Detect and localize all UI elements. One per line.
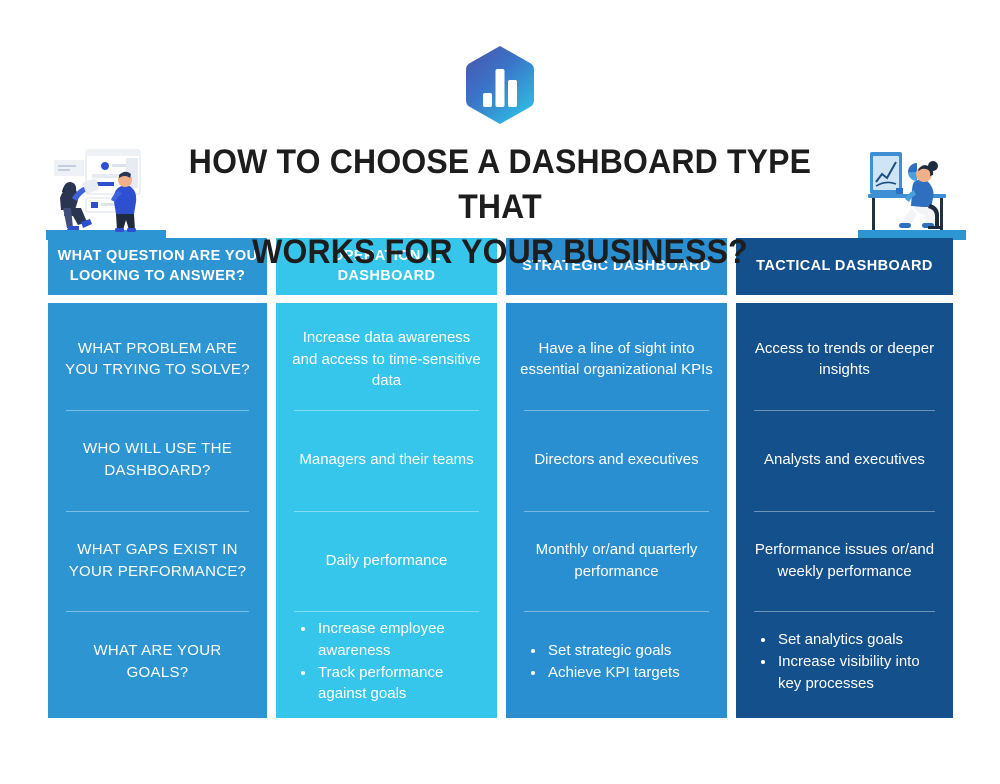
table-cell: Managers and their teams bbox=[276, 409, 497, 511]
page-title: HOW TO CHOOSE A DASHBOARD TYPE THAT WORK… bbox=[171, 140, 829, 275]
table-cell: Performance issues or/and weekly perform… bbox=[736, 510, 953, 612]
table-cell: Increase data awareness and access to ti… bbox=[292, 328, 481, 390]
table-cell: WHAT PROBLEM ARE YOU TRYING TO SOLVE? bbox=[65, 339, 250, 379]
bar-small bbox=[483, 93, 492, 107]
table-cell: WHAT GAPS EXIST IN YOUR PERFORMANCE? bbox=[48, 510, 267, 612]
two-people-with-dashboard-board-illustration bbox=[46, 149, 166, 240]
dashboard-comparison-table: WHAT QUESTION ARE YOU LOOKING TO ANSWER?… bbox=[48, 238, 954, 718]
strategic-dashboard-column: STRATEGIC DASHBOARD Have a line of sight… bbox=[505, 238, 727, 718]
bar-tall bbox=[495, 69, 505, 107]
tactical-dashboard-column: TACTICAL DASHBOARD Access to trends or d… bbox=[735, 238, 954, 718]
table-cell: WHAT ARE YOUR GOALS? bbox=[48, 611, 267, 712]
list-item: Achieve KPI targets bbox=[546, 662, 713, 684]
list-item: Set analytics goals bbox=[776, 629, 939, 651]
table-cell: Set analytics goals Increase visibility … bbox=[736, 611, 953, 712]
page-title-line-2: WORKS FOR YOUR BUSINESS? bbox=[252, 232, 748, 271]
list-item: Set strategic goals bbox=[546, 640, 713, 662]
column-body-strategic: Have a line of sight into essential orga… bbox=[505, 303, 727, 718]
column-body-question: WHAT PROBLEM ARE YOU TRYING TO SOLVE? WH… bbox=[48, 303, 268, 718]
page-title-line-1: HOW TO CHOOSE A DASHBOARD TYPE THAT bbox=[188, 143, 812, 226]
logo-container bbox=[0, 44, 1000, 126]
table-cell: WHO WILL USE THE DASHBOARD? bbox=[48, 409, 267, 511]
bullet-list: Set strategic goals Achieve KPI targets bbox=[520, 640, 713, 684]
table-cell: Set strategic goals Achieve KPI targets bbox=[506, 611, 727, 712]
table-cell: Directors and executives bbox=[506, 409, 727, 511]
bar-medium bbox=[508, 80, 517, 107]
bullet-list: Set analytics goals Increase visibility … bbox=[750, 629, 939, 694]
table-cell: Access to trends or deeper insights bbox=[754, 339, 935, 379]
question-column: WHAT QUESTION ARE YOU LOOKING TO ANSWER?… bbox=[48, 238, 268, 718]
list-item: Increase employee awareness bbox=[316, 618, 483, 662]
dashboard-bar-chart-hexagon-logo bbox=[466, 46, 534, 124]
table-cell: Increase employee awareness Track perfor… bbox=[276, 611, 497, 712]
table-cell: Analysts and executives bbox=[736, 409, 953, 511]
list-item: Track performance against goals bbox=[316, 662, 483, 706]
table-cell: Have a line of sight into essential orga… bbox=[520, 339, 713, 379]
bullet-list: Increase employee awareness Track perfor… bbox=[290, 618, 483, 705]
column-body-operational: Increase data awareness and access to ti… bbox=[276, 303, 497, 718]
table-cell: Monthly or/and quarterly performance bbox=[506, 510, 727, 612]
infographic-page: WHAT QUESTION ARE YOU LOOKING TO ANSWER?… bbox=[0, 0, 1000, 784]
person-at-desk-with-monitor-illustration bbox=[858, 152, 966, 240]
operational-dashboard-column: OPERATIONAL DASHBOARD Increase data awar… bbox=[276, 238, 497, 718]
table-cell: Daily performance bbox=[276, 510, 497, 612]
list-item: Increase visibility into key processes bbox=[776, 651, 939, 695]
column-body-tactical: Access to trends or deeper insights Anal… bbox=[735, 303, 954, 718]
